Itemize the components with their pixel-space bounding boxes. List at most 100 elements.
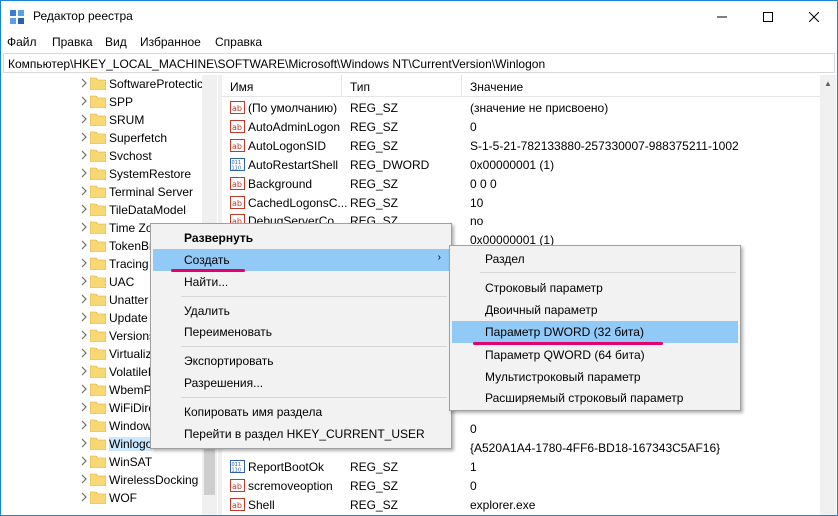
- tree-item[interactable]: TileDataModel: [3, 201, 203, 219]
- tree-item-label: Terminal Server: [109, 185, 194, 199]
- ctx-rename[interactable]: Переименовать: [153, 321, 449, 343]
- chevron-right-icon[interactable]: [79, 420, 89, 430]
- tree-item[interactable]: SRUM: [3, 111, 203, 129]
- chevron-right-icon[interactable]: [79, 222, 89, 232]
- ctx-permissions[interactable]: Разрешения...: [153, 372, 449, 394]
- ctx-goto-hkcu[interactable]: Перейти в раздел HKEY_CURRENT_USER: [153, 423, 449, 445]
- ctx-find[interactable]: Найти...: [153, 271, 449, 293]
- tree-item[interactable]: SystemRestore: [3, 165, 203, 183]
- value-type: REG_SZ: [350, 460, 399, 475]
- value-name: (По умолчанию): [248, 101, 338, 115]
- chevron-right-icon[interactable]: [79, 258, 89, 268]
- tree-item[interactable]: Svchost: [3, 147, 203, 165]
- folder-icon: [90, 275, 106, 288]
- string-value-icon: ab: [230, 119, 245, 133]
- folder-icon: [90, 221, 106, 234]
- tree-item[interactable]: Superfetch: [3, 129, 203, 147]
- close-button[interactable]: [791, 1, 837, 32]
- chevron-right-icon[interactable]: [79, 96, 89, 106]
- ctx-export[interactable]: Экспортировать: [153, 350, 449, 372]
- chevron-right-icon[interactable]: [79, 204, 89, 214]
- submenu-binary[interactable]: Двоичный параметр: [452, 299, 738, 321]
- chevron-right-icon[interactable]: [79, 132, 89, 142]
- tree-item[interactable]: Terminal Server: [3, 183, 203, 201]
- scroll-up-icon[interactable]: ▲: [824, 79, 832, 88]
- tree-item[interactable]: SoftwareProtectic: [3, 75, 203, 93]
- chevron-right-icon[interactable]: [79, 402, 89, 412]
- address-bar[interactable]: Компьютер\HKEY_LOCAL_MACHINE\SOFTWARE\Mi…: [3, 53, 835, 73]
- chevron-right-icon[interactable]: [79, 366, 89, 376]
- value-data: 10: [470, 195, 484, 210]
- table-row[interactable]: ab (По умолчанию) REG_SZ (значение не присв…: [222, 99, 820, 117]
- table-row[interactable]: ab Shell REG_SZ explorer.exe: [222, 496, 820, 514]
- folder-icon: [90, 365, 106, 378]
- tree-item-label: WiFiDire: [109, 401, 155, 415]
- chevron-right-icon[interactable]: [79, 150, 89, 160]
- chevron-right-icon[interactable]: [79, 384, 89, 394]
- tree-item-label: Update: [109, 311, 148, 325]
- chevron-right-icon[interactable]: [79, 114, 89, 124]
- value-data: 0: [470, 422, 477, 437]
- chevron-right-icon[interactable]: [79, 330, 89, 340]
- list-header: Имя Тип Значение: [222, 75, 822, 97]
- value-name: CachedLogonsC...: [248, 195, 348, 210]
- value-type: REG_SZ: [350, 479, 399, 493]
- submenu-qword[interactable]: Параметр QWORD (64 бита): [452, 344, 738, 366]
- chevron-right-icon[interactable]: [79, 294, 89, 304]
- ctx-expand[interactable]: Развернуть: [153, 227, 449, 249]
- column-header-type[interactable]: Тип: [342, 75, 462, 97]
- table-row[interactable]: ab Background REG_SZ 0 0 0: [222, 175, 820, 193]
- title-bar[interactable]: Редактор реестра: [1, 1, 837, 32]
- ctx-copy-key-name[interactable]: Копировать имя раздела: [153, 401, 449, 423]
- tree-item-label: WinSAT: [109, 455, 153, 469]
- ctx-create[interactable]: Создать ›: [153, 249, 449, 271]
- menu-view[interactable]: Вид: [105, 35, 127, 49]
- column-header-value[interactable]: Значение: [462, 75, 752, 97]
- column-header-name[interactable]: Имя: [222, 75, 342, 97]
- submenu-dword[interactable]: Параметр DWORD (32 бита): [452, 321, 738, 343]
- chevron-right-icon[interactable]: [79, 312, 89, 322]
- table-row[interactable]: ab AutoLogonSID REG_SZ S-1-5-21-782133880-2…: [222, 137, 820, 155]
- value-data: explorer.exe: [470, 497, 536, 512]
- tree-item[interactable]: SPP: [3, 93, 203, 111]
- chevron-right-icon[interactable]: [79, 348, 89, 358]
- value-data: 0x00000001 (1): [470, 157, 555, 172]
- tree-item[interactable]: WOF: [3, 489, 203, 507]
- menu-file[interactable]: Файл: [7, 35, 37, 49]
- chevron-right-icon[interactable]: [79, 186, 89, 196]
- table-row[interactable]: ab CachedLogonsC... REG_SZ 10: [222, 194, 820, 212]
- menu-edit[interactable]: Правка: [52, 35, 93, 49]
- chevron-right-icon[interactable]: [79, 492, 89, 502]
- chevron-right-icon[interactable]: [79, 474, 89, 484]
- table-row[interactable]: ab scremoveoption REG_SZ 0: [222, 477, 820, 495]
- folder-icon: [90, 95, 106, 108]
- submenu-key[interactable]: Раздел: [452, 248, 738, 270]
- maximize-button[interactable]: [745, 1, 791, 32]
- chevron-right-icon[interactable]: [79, 168, 89, 178]
- tree-item[interactable]: WinSAT: [3, 453, 203, 471]
- submenu-string[interactable]: Строковый параметр: [452, 277, 738, 299]
- menu-favorites[interactable]: Избранное: [140, 35, 201, 49]
- folder-icon: [90, 113, 106, 126]
- chevron-right-icon[interactable]: [79, 456, 89, 466]
- ctx-separator: [181, 397, 447, 398]
- chevron-right-icon[interactable]: [79, 78, 89, 88]
- submenu-expandable-string[interactable]: Расширяемый строковый параметр: [452, 387, 738, 409]
- value-data: 0 0 0: [470, 176, 497, 191]
- table-row[interactable]: ab AutoAdminLogon REG_SZ 0: [222, 118, 820, 136]
- chevron-right-icon[interactable]: [79, 240, 89, 250]
- ctx-delete[interactable]: Удалить: [153, 300, 449, 322]
- tree-item-label: Time Zo: [109, 221, 153, 235]
- close-icon: [809, 11, 819, 22]
- tree-item[interactable]: WirelessDocking: [3, 471, 203, 489]
- list-scrollbar[interactable]: ▲: [820, 75, 836, 515]
- chevron-right-icon[interactable]: [79, 438, 89, 448]
- minimize-button[interactable]: [699, 1, 745, 32]
- tree-item-label: Svchost: [109, 149, 152, 163]
- submenu-multi-string[interactable]: Мультистроковый параметр: [452, 366, 738, 388]
- menu-help[interactable]: Справка: [215, 35, 262, 49]
- chevron-right-icon[interactable]: [79, 276, 89, 286]
- folder-icon: [90, 203, 106, 216]
- table-row[interactable]: 011 110 AutoRestartShell REG_DWORD 0x0000000…: [222, 156, 820, 174]
- table-row[interactable]: 011 110 ReportBootOk REG_SZ 1: [222, 458, 820, 476]
